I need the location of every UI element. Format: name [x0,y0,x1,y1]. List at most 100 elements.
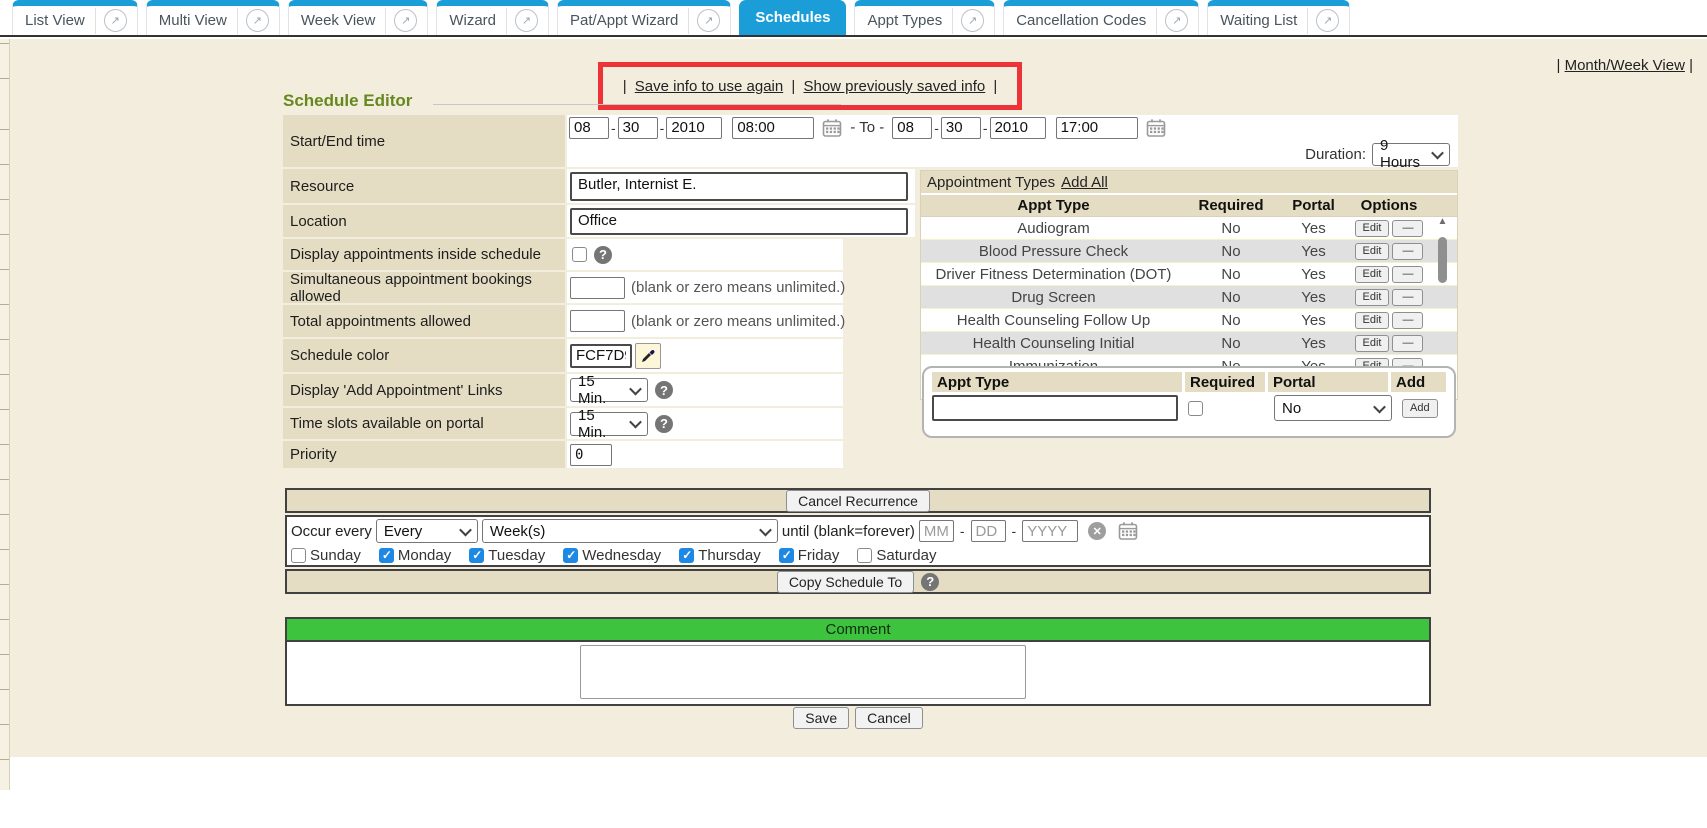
tab-appt-types[interactable]: Appt Types↗ [854,0,995,35]
eyedropper-icon [640,348,656,364]
until-day-input[interactable] [971,520,1006,542]
wednesday-checkbox[interactable] [563,548,578,563]
show-saved-info-link[interactable]: Show previously saved info [803,78,985,95]
until-month-input[interactable] [919,520,954,542]
remove-button[interactable]: — [1392,289,1423,306]
remove-button[interactable]: — [1392,312,1423,329]
start-time-input[interactable] [732,117,814,139]
open-in-new-icon[interactable]: ↗ [697,9,720,32]
end-time-input[interactable] [1056,117,1138,139]
resource-input[interactable]: Butler, Internist E. [570,172,908,201]
display-appointments-label: Display appointments inside schedule [283,239,565,270]
edit-button[interactable]: Edit [1355,289,1390,306]
new-appt-type-input[interactable] [932,395,1178,421]
remove-button[interactable]: — [1392,266,1423,283]
thursday-checkbox[interactable] [679,548,694,563]
edit-button[interactable]: Edit [1355,312,1390,329]
copy-schedule-bar: Copy Schedule To ? [285,569,1431,594]
display-appointments-checkbox[interactable] [572,247,587,262]
monday-checkbox[interactable] [379,548,394,563]
tab-pat-appt-wizard[interactable]: Pat/Appt Wizard↗ [557,0,731,35]
until-year-input[interactable] [1022,520,1078,542]
total-hint: (blank or zero means unlimited.) [631,313,845,330]
open-in-new-icon[interactable]: ↗ [104,9,127,32]
comment-section: Comment [285,617,1431,706]
clear-date-icon[interactable]: ✕ [1088,522,1106,540]
new-appt-portal-select[interactable]: No [1274,395,1392,421]
chevron-down-icon [1373,400,1386,413]
start-day-input[interactable] [618,117,658,139]
appt-type-add-form: Appt Type Required Portal Add No Add [922,366,1456,438]
open-in-new-icon[interactable]: ↗ [515,9,538,32]
open-in-new-icon[interactable]: ↗ [961,9,984,32]
resource-label: Resource [283,169,565,203]
save-button[interactable]: Save [793,707,849,729]
start-year-input[interactable] [666,117,722,139]
location-input[interactable]: Office [570,208,908,235]
add-appt-type-button[interactable]: Add [1402,399,1438,418]
appt-types-title: Appointment Types Add All [921,171,1457,193]
time-slots-select[interactable]: 15 Min. [570,412,648,436]
save-info-link[interactable]: Save info to use again [635,78,783,95]
tab-week-view[interactable]: Week View↗ [288,0,428,35]
schedule-color-input[interactable] [570,344,632,368]
end-month-input[interactable] [892,117,932,139]
tuesday-checkbox[interactable] [469,548,484,563]
recurrence-every-select[interactable]: Every [376,519,478,543]
tab-list-view[interactable]: List View↗ [12,0,138,35]
open-in-new-icon[interactable]: ↗ [246,9,269,32]
scrollbar-thumb[interactable] [1438,237,1447,283]
recurrence-box: Occur every Every Week(s) until (blank=f… [285,515,1431,567]
comment-textarea[interactable] [580,645,1026,699]
saturday-checkbox[interactable] [857,548,872,563]
tab-multi-view[interactable]: Multi View↗ [146,0,280,35]
tab-cancellation-codes[interactable]: Cancellation Codes↗ [1003,0,1199,35]
recurrence-period-select[interactable]: Week(s) [482,519,778,543]
appt-type-row: Health Counseling Follow UpNoYesEdit— [921,309,1457,332]
open-in-new-icon[interactable]: ↗ [394,9,417,32]
edit-button[interactable]: Edit [1355,243,1390,260]
open-in-new-icon[interactable]: ↗ [1165,9,1188,32]
day-monday: Monday [379,547,451,564]
help-icon[interactable]: ? [655,415,673,433]
sunday-checkbox[interactable] [291,548,306,563]
edit-button[interactable]: Edit [1355,266,1390,283]
total-input[interactable] [570,310,625,332]
new-appt-required-checkbox[interactable] [1188,401,1203,416]
cancel-recurrence-button[interactable]: Cancel Recurrence [786,490,930,512]
help-icon[interactable]: ? [594,246,612,264]
copy-schedule-button[interactable]: Copy Schedule To [777,571,914,593]
until-calendar-icon[interactable] [1118,521,1138,541]
remove-button[interactable]: — [1392,243,1423,260]
edit-button[interactable]: Edit [1355,220,1390,237]
end-calendar-icon[interactable] [1146,118,1166,138]
scroll-up-icon[interactable]: ▲ [1434,215,1451,229]
friday-checkbox[interactable] [779,548,794,563]
open-in-new-icon[interactable]: ↗ [1316,9,1339,32]
add-all-link[interactable]: Add All [1061,174,1108,191]
month-week-view-link[interactable]: Month/Week View [1565,57,1685,74]
end-year-input[interactable] [990,117,1046,139]
priority-input[interactable] [570,444,612,466]
start-calendar-icon[interactable] [822,118,842,138]
tab-schedules[interactable]: Schedules [739,0,846,35]
cancel-button[interactable]: Cancel [855,707,923,729]
help-icon[interactable]: ? [921,573,939,591]
edit-button[interactable]: Edit [1355,335,1390,352]
color-picker-button[interactable] [635,343,661,369]
left-calendar-edge [0,39,10,790]
tab-waiting-list[interactable]: Waiting List↗ [1207,0,1350,35]
help-icon[interactable]: ? [655,381,673,399]
start-end-label: Start/End time [283,115,565,167]
page-title: Schedule Editor [283,91,412,111]
simultaneous-input[interactable] [570,277,625,299]
appt-type-row: Drug ScreenNoYesEdit— [921,286,1457,309]
until-label: until (blank=forever) [782,523,915,540]
end-day-input[interactable] [941,117,981,139]
remove-button[interactable]: — [1392,220,1423,237]
duration-select[interactable]: 9 Hours [1372,143,1450,166]
remove-button[interactable]: — [1392,335,1423,352]
add-appt-links-select[interactable]: 15 Min. [570,378,648,402]
start-month-input[interactable] [569,117,609,139]
tab-wizard[interactable]: Wizard↗ [436,0,549,35]
